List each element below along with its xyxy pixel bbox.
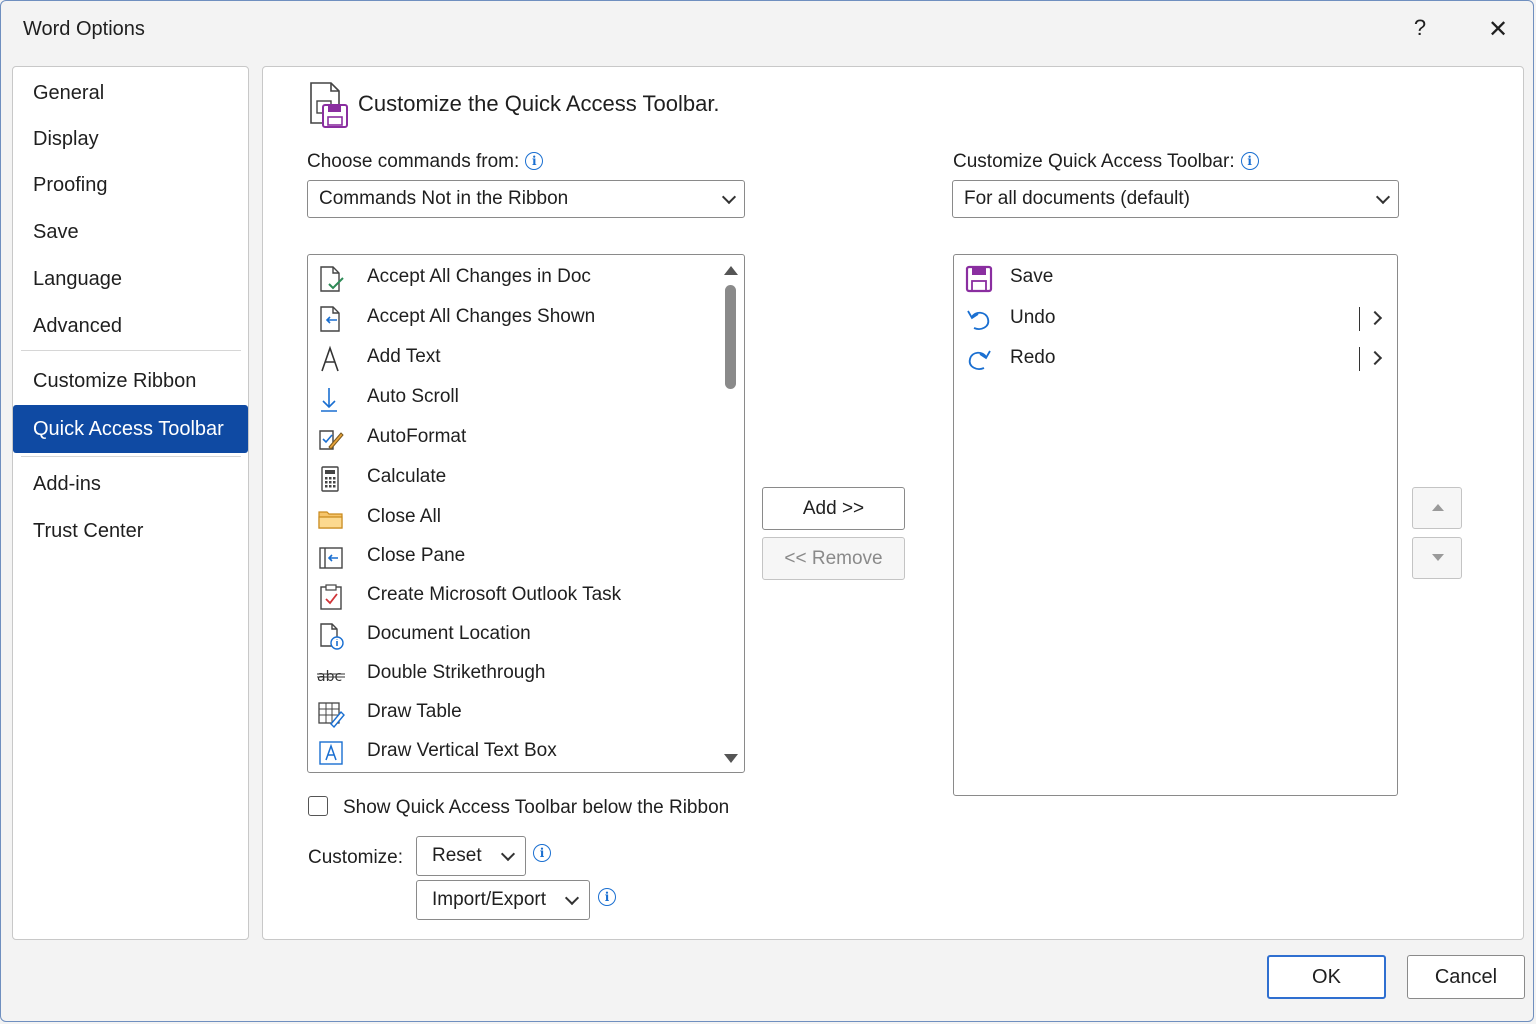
close-button[interactable]: ✕ <box>1485 15 1511 45</box>
list-item[interactable]: Close All <box>308 498 718 538</box>
sidebar-item-general[interactable]: General <box>13 71 248 115</box>
split-divider <box>1359 347 1360 371</box>
list-item[interactable]: abc Double Strikethrough <box>308 654 718 694</box>
sidebar-item-customize-ribbon[interactable]: Customize Ribbon <box>13 359 248 403</box>
info-icon[interactable]: i <box>525 152 544 170</box>
redo-icon <box>968 350 991 370</box>
move-up-button[interactable] <box>1412 487 1462 529</box>
chevron-down-icon <box>721 189 737 205</box>
document-info-icon <box>320 623 344 650</box>
reset-dropdown[interactable]: Reset <box>416 836 526 876</box>
list-item[interactable]: Draw Table <box>308 693 718 733</box>
choose-commands-value: Commands Not in the Ribbon <box>319 188 569 209</box>
choose-commands-label: Choose commands from: i <box>307 151 544 173</box>
strikethrough-icon: abc <box>317 669 345 685</box>
list-item[interactable]: Document Location <box>308 615 718 655</box>
customize-qat-dropdown[interactable]: For all documents (default) <box>952 180 1399 218</box>
text-a-icon <box>321 345 339 372</box>
customize-qat-value: For all documents (default) <box>964 188 1190 209</box>
chevron-down-icon <box>500 846 516 862</box>
remove-button[interactable]: << Remove <box>762 537 905 580</box>
document-accept-icon <box>320 306 340 332</box>
customize-qat-label: Customize Quick Access Toolbar: i <box>953 151 1259 173</box>
document-check-icon <box>320 266 344 292</box>
clipboard-check-icon <box>320 584 342 610</box>
show-below-ribbon-checkbox[interactable] <box>308 796 328 816</box>
list-item[interactable]: Create Microsoft Outlook Task <box>308 576 718 616</box>
help-button[interactable]: ? <box>1407 15 1433 45</box>
options-sidebar: General Display Proofing Save Language A… <box>12 66 249 940</box>
reset-label: Reset <box>432 845 482 866</box>
list-item[interactable]: Redo <box>954 339 1397 379</box>
sidebar-divider <box>21 456 241 457</box>
folder-icon <box>318 511 343 529</box>
info-icon[interactable]: i <box>1240 152 1259 170</box>
list-item[interactable]: Auto Scroll <box>308 378 718 418</box>
show-below-ribbon-label: Show Quick Access Toolbar below the Ribb… <box>343 797 730 818</box>
chevron-right-icon[interactable] <box>1367 310 1383 326</box>
list-item[interactable]: Calculate <box>308 458 718 498</box>
triangle-down-icon <box>1432 554 1444 561</box>
list-item[interactable]: Save <box>954 258 1397 298</box>
list-item[interactable]: Draw Vertical Text Box <box>308 732 718 772</box>
commands-scrollbar[interactable] <box>720 257 742 770</box>
sidebar-item-add-ins[interactable]: Add-ins <box>13 462 248 506</box>
import-export-label: Import/Export <box>432 889 547 910</box>
ok-button[interactable]: OK <box>1267 955 1386 999</box>
sidebar-item-advanced[interactable]: Advanced <box>13 304 248 348</box>
quick-access-toolbar-list[interactable]: Save Undo Redo <box>953 254 1398 796</box>
list-item[interactable]: Accept All Changes in Doc <box>308 258 718 298</box>
text-box-icon <box>319 741 343 765</box>
draw-table-icon <box>318 702 345 728</box>
scroll-thumb[interactable] <box>725 285 736 389</box>
quick-access-toolbar-icon <box>310 82 348 128</box>
list-item[interactable]: AutoFormat <box>308 418 718 458</box>
cancel-button[interactable]: Cancel <box>1407 955 1525 999</box>
arrow-down-icon <box>321 388 337 412</box>
triangle-up-icon <box>1432 504 1444 511</box>
move-down-button[interactable] <box>1412 537 1462 579</box>
chevron-down-icon <box>1375 189 1391 205</box>
save-icon <box>965 265 993 293</box>
sidebar-item-quick-access-toolbar[interactable]: Quick Access Toolbar <box>13 405 248 453</box>
add-button[interactable]: Add >> <box>762 487 905 530</box>
calculator-icon <box>321 466 339 492</box>
sidebar-divider <box>21 350 241 351</box>
dialog-title: Word Options <box>23 18 145 40</box>
import-export-dropdown[interactable]: Import/Export <box>416 880 590 920</box>
list-item[interactable]: Accept All Changes Shown <box>308 298 718 338</box>
word-options-dialog: Word Options ? ✕ General Display Proofin… <box>0 0 1534 1022</box>
choose-commands-dropdown[interactable]: Commands Not in the Ribbon <box>307 180 745 218</box>
undo-icon <box>967 310 990 330</box>
commands-list[interactable]: Accept All Changes in Doc Accept All Cha… <box>307 254 745 773</box>
autoformat-icon <box>319 430 344 450</box>
close-pane-icon <box>319 547 343 569</box>
chevron-down-icon <box>564 890 580 906</box>
sidebar-item-language[interactable]: Language <box>13 257 248 301</box>
split-divider <box>1359 307 1360 331</box>
scroll-down-arrow[interactable] <box>724 754 738 763</box>
page-title: Customize the Quick Access Toolbar. <box>358 91 720 116</box>
info-icon[interactable]: i <box>533 844 551 862</box>
list-item[interactable]: Undo <box>954 299 1397 339</box>
sidebar-item-trust-center[interactable]: Trust Center <box>13 509 248 553</box>
sidebar-item-display[interactable]: Display <box>13 117 248 161</box>
info-icon[interactable]: i <box>598 888 616 906</box>
chevron-right-icon[interactable] <box>1367 350 1383 366</box>
sidebar-item-proofing[interactable]: Proofing <box>13 163 248 207</box>
qat-panel: Customize the Quick Access Toolbar. Choo… <box>262 66 1524 940</box>
list-item[interactable]: Add Text <box>308 338 718 378</box>
list-item[interactable]: Close Pane <box>308 537 718 577</box>
scroll-up-arrow[interactable] <box>724 266 738 275</box>
customize-label: Customize: <box>308 847 404 868</box>
sidebar-item-save[interactable]: Save <box>13 210 248 254</box>
